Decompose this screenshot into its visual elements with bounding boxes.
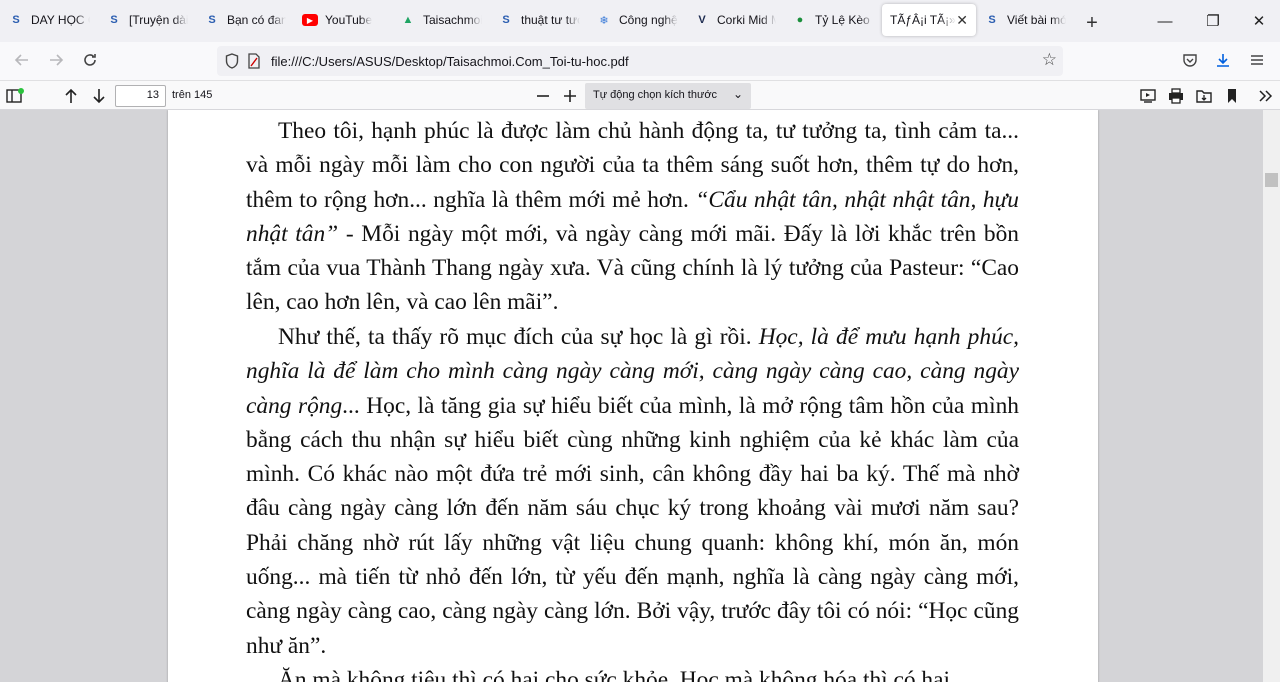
zoom-out-icon[interactable]: [530, 83, 556, 109]
page-number-input[interactable]: 13: [115, 85, 166, 107]
tab-1[interactable]: S [Truyện dài]: [98, 4, 196, 36]
tab-label: [Truyện dài]: [129, 13, 188, 27]
s-blue-icon: S: [988, 14, 996, 26]
tab-3[interactable]: ▶ YouTube: [294, 4, 392, 36]
bookmark-star-icon[interactable]: ☆: [1042, 50, 1057, 70]
v-logo-icon: V: [698, 14, 706, 26]
print-icon[interactable]: [1163, 83, 1189, 109]
tab-label: Công nghệ: [619, 13, 678, 27]
tools-expand-icon[interactable]: [1252, 83, 1278, 109]
paragraph-3: Ăn mà không tiêu thì có hại cho sức khỏe…: [246, 663, 1019, 682]
tab-6[interactable]: ❄ Công nghệ: [588, 4, 686, 36]
forward-arrow-icon[interactable]: [40, 46, 72, 74]
scrollbar[interactable]: [1263, 110, 1280, 682]
downloads-icon[interactable]: [1208, 46, 1238, 74]
tab-label: DAY HỌC C: [31, 13, 90, 27]
green-circle-icon: ●: [796, 14, 804, 26]
save-icon[interactable]: [1191, 83, 1217, 109]
zoom-select[interactable]: Tự động chọn kích thước ⌄: [585, 83, 751, 109]
tab-label: Tỷ Lệ Kèo N: [815, 13, 874, 27]
tab-label: YouTube: [325, 13, 373, 27]
pdf-toolbar: 13 trên 145 Tự động chọn kích thước ⌄: [0, 80, 1280, 110]
pocket-icon[interactable]: [1175, 46, 1205, 74]
tab-label: Bạn có đang: [227, 13, 286, 27]
reload-icon[interactable]: [74, 46, 106, 74]
minimize-icon[interactable]: —: [1142, 0, 1188, 42]
paragraph-1-text-b: - Mỗi ngày một mới, và ngày càng mới mãi…: [246, 220, 1019, 316]
youtube-icon: ▶: [302, 14, 318, 26]
s-blue-icon: S: [208, 14, 216, 26]
zoom-in-icon[interactable]: [557, 83, 583, 109]
bookmark-icon[interactable]: [1219, 83, 1245, 109]
url-bar[interactable]: file:///C:/Users/ASUS/Desktop/Taisachmoi…: [217, 46, 1063, 76]
paragraph-3-text: Ăn mà không tiêu thì có hại cho sức khỏe…: [278, 667, 951, 682]
tab-label: Viết bài mớ: [1007, 13, 1066, 27]
tab-strip: S DAY HỌC C S [Truyện dài] S Bạn có đang ▶ YouT…: [0, 0, 1280, 42]
tab-label: Taisachmoi: [423, 13, 482, 27]
paragraph-2-text-b: ... Học, là tăng gia sự hiểu biết của mì…: [246, 392, 1019, 659]
next-page-icon[interactable]: [86, 83, 112, 109]
snowflake-icon: ❄: [599, 14, 609, 27]
back-arrow-icon[interactable]: [6, 46, 38, 74]
chevron-down-icon: ⌄: [732, 87, 743, 101]
previous-page-icon[interactable]: [58, 83, 84, 109]
page-info-icon[interactable]: [243, 50, 265, 72]
page-total-label: trên 145: [172, 89, 213, 101]
tab-9[interactable]: TÃƒÂ¡i TÃ¡»• ✕: [882, 4, 976, 36]
paragraph-1: Theo tôi, hạnh phúc là được làm chủ hành…: [246, 114, 1019, 320]
paragraph-2: Như thế, ta thấy rõ mục đích của sự học …: [246, 320, 1019, 663]
tab-2[interactable]: S Bạn có đang: [196, 4, 294, 36]
url-text[interactable]: file:///C:/Users/ASUS/Desktop/Taisachmoi…: [271, 54, 629, 69]
paragraph-2-text-a: Như thế, ta thấy rõ mục đích của sự học …: [278, 324, 759, 350]
pdf-page: Theo tôi, hạnh phúc là được làm chủ hành…: [168, 110, 1098, 682]
presentation-mode-icon[interactable]: [1135, 83, 1161, 109]
tab-8[interactable]: ● Tỷ Lệ Kèo N: [784, 4, 882, 36]
s-blue-icon: S: [12, 14, 20, 26]
menu-icon[interactable]: [1242, 46, 1272, 74]
s-blue-icon: S: [110, 14, 118, 26]
maximize-icon[interactable]: ❐: [1190, 0, 1236, 42]
shield-icon[interactable]: [221, 50, 243, 72]
tab-4[interactable]: ▲ Taisachmoi: [392, 4, 490, 36]
close-window-icon[interactable]: ✕: [1236, 0, 1280, 42]
zoom-select-label: Tự động chọn kích thước: [593, 89, 718, 101]
tab-5[interactable]: Sthuật tư tưở: [490, 4, 588, 36]
s-blue-icon: S: [502, 14, 510, 26]
tab-7[interactable]: V Corki Mid M: [686, 4, 784, 36]
pdf-viewer[interactable]: Theo tôi, hạnh phúc là được làm chủ hành…: [0, 110, 1280, 682]
tab-label: Corki Mid M: [717, 13, 776, 27]
google-drive-icon: ▲: [402, 14, 414, 26]
tab-10[interactable]: S Viết bài mớ: [976, 4, 1074, 36]
sidebar-toggle-icon[interactable]: [2, 83, 28, 109]
tab-label: thuật tư tưở: [521, 13, 580, 27]
scrollbar-thumb[interactable]: [1265, 173, 1278, 187]
navigation-bar: file:///C:/Users/ASUS/Desktop/Taisachmoi…: [0, 42, 1280, 78]
tab-label: TÃƒÂ¡i TÃ¡»•: [890, 13, 957, 27]
tab-close-icon[interactable]: ✕: [956, 12, 968, 29]
tab-0[interactable]: S DAY HỌC C: [0, 4, 98, 36]
new-tab-button[interactable]: +: [1076, 4, 1108, 42]
